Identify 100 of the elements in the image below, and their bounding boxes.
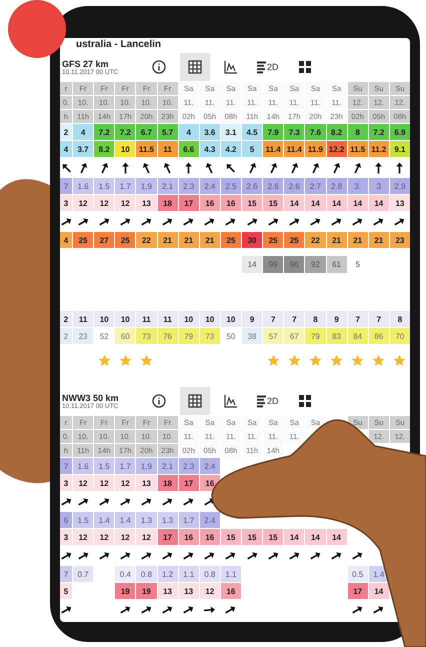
- table-cell: 14: [305, 529, 326, 545]
- table-cell: 11.2: [368, 141, 389, 157]
- table-cell: 14: [284, 195, 304, 211]
- table-cell: 3.7: [73, 141, 94, 157]
- info-icon: [152, 60, 166, 74]
- table-cell: 21: [158, 232, 178, 248]
- view-button[interactable]: [180, 53, 210, 81]
- star-icon: [351, 354, 364, 366]
- table-cell: 12: [94, 529, 114, 545]
- table-cell: 2.1: [158, 178, 178, 194]
- table-cell: 2.3: [178, 178, 199, 194]
- table-cell: 0.5: [348, 566, 368, 582]
- table-cell: 4: [73, 124, 94, 140]
- table-cell: 7.6: [305, 124, 326, 140]
- table-cell: 21: [200, 232, 220, 248]
- table-cell: 6.6: [178, 141, 199, 157]
- table-cell: 0.4: [115, 566, 136, 582]
- table-cell: 12: [115, 475, 136, 491]
- table-cell: 2: [60, 124, 72, 140]
- table-cell: 1.6: [73, 458, 94, 474]
- table-cell: 2.8: [326, 178, 347, 194]
- table-cell: 7.9: [263, 124, 284, 140]
- star-icon: [308, 354, 322, 366]
- view-button[interactable]: 2D: [252, 387, 284, 415]
- table-cell: 10: [94, 311, 114, 327]
- table-cell: 2.4: [200, 458, 220, 474]
- table-cell: 2.5: [220, 178, 241, 194]
- table-cell: 21: [326, 232, 347, 248]
- table-cell: 9: [326, 311, 347, 327]
- table-cell: 17: [158, 529, 178, 545]
- table-cell: 12: [94, 475, 114, 491]
- table-cell: 12: [73, 195, 94, 211]
- table-cell: 0.8: [136, 566, 156, 582]
- table-cell: 1.7: [115, 178, 136, 194]
- view-button[interactable]: 2D: [252, 53, 284, 81]
- table-cell: 15: [242, 195, 262, 211]
- table-cell: 1.7: [178, 512, 199, 528]
- table-cell: 11.5: [136, 141, 156, 157]
- location-title: ustralia - Lancelin: [75, 38, 162, 52]
- table-cell: 6: [60, 512, 72, 528]
- table-cell: 60: [115, 328, 136, 344]
- table-cell: 2.6: [242, 178, 262, 194]
- table-cell: 11.5: [348, 141, 368, 157]
- table-cell: 25: [284, 232, 304, 248]
- table-cell: 10: [115, 311, 136, 327]
- table-cell: 38: [242, 328, 262, 344]
- table-cell: 61: [326, 256, 347, 273]
- tiles-icon: [298, 61, 311, 73]
- table-cell-text: 5: [354, 259, 361, 271]
- arrow-icon: [203, 604, 216, 614]
- table-cell: 19: [115, 583, 136, 599]
- table-cell: 2.9: [390, 178, 410, 194]
- table-cell: 10: [220, 311, 241, 327]
- table-cell: 21: [178, 232, 199, 248]
- star-icon: [393, 354, 406, 366]
- chart-icon: [224, 60, 238, 74]
- table-cell: 57: [263, 328, 284, 344]
- table-cell: 11: [136, 311, 156, 327]
- table-cell: 23: [73, 328, 94, 344]
- table-cell: 1.1: [220, 566, 241, 582]
- grid-icon: [188, 60, 202, 74]
- model-name: GFS 27 km: [62, 58, 110, 68]
- table-cell: 70: [390, 328, 410, 344]
- table-cell: 92: [305, 256, 326, 273]
- info-icon: [152, 394, 166, 408]
- table-cell: 1.5: [73, 512, 94, 528]
- table-cell: 73: [136, 328, 156, 344]
- table-cell: 5: [242, 141, 262, 157]
- table-cell: 0.7: [73, 566, 94, 582]
- table-cell: 12: [115, 529, 136, 545]
- table-cell: 86: [368, 328, 389, 344]
- table-cell: 13: [136, 475, 156, 491]
- table-cell: 7.2: [94, 124, 114, 140]
- table-cell: 8.2: [326, 124, 347, 140]
- table-cell: 1.9: [136, 178, 156, 194]
- table-cell: 21: [368, 232, 389, 248]
- table-cell: 16: [220, 583, 241, 599]
- table-cell: 14: [242, 256, 262, 273]
- table-cell: 12: [115, 195, 136, 211]
- table-cell: 6.9: [390, 124, 410, 140]
- table-cell: 7.2: [115, 124, 136, 140]
- star-icon: [372, 354, 386, 366]
- table-cell: 11: [158, 141, 178, 157]
- table-cell: 2.6: [263, 178, 284, 194]
- table-cell: 7: [60, 566, 72, 582]
- table-cell: 23: [390, 232, 410, 248]
- table-cell: 3: [60, 475, 72, 491]
- view-button[interactable]: [180, 387, 210, 415]
- table-cell: 1.6: [73, 178, 94, 194]
- table-cell: 30: [242, 232, 262, 248]
- table-cell: 12: [73, 475, 94, 491]
- table-cell: 16: [178, 529, 199, 545]
- table-cell: 10: [115, 141, 136, 157]
- table-cell: 4: [178, 124, 199, 140]
- table-cell: 25: [263, 232, 284, 248]
- star-icon: [288, 354, 301, 366]
- table-cell: 7: [348, 311, 368, 327]
- star-icon: [330, 354, 344, 366]
- table-cell: 9: [242, 311, 262, 327]
- table-cell: 7: [284, 311, 304, 327]
